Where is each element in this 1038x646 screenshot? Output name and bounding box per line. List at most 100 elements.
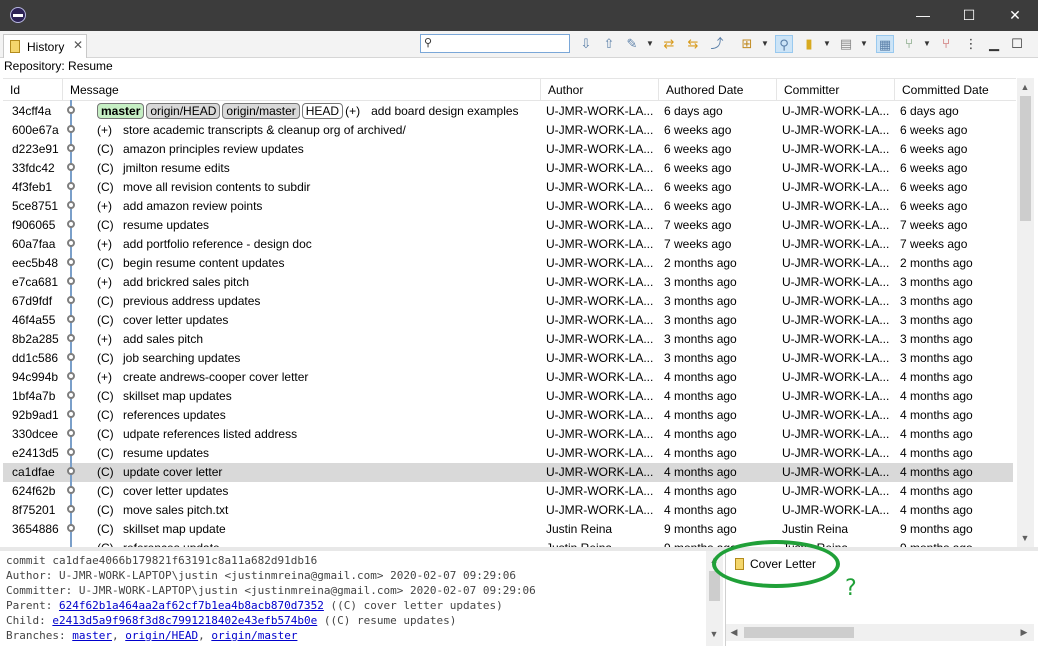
remove-icon[interactable]: ⑂ [937, 35, 955, 53]
scroll-right-icon[interactable]: ▶ [1016, 624, 1032, 640]
repository-filter-icon[interactable]: ▮ [800, 35, 818, 53]
chevron-down-icon[interactable]: ▼ [923, 35, 931, 53]
ref-badge[interactable]: master [97, 103, 145, 119]
change-type-tag: (+) [97, 199, 112, 213]
filter-search-icon[interactable]: ⚲ [775, 35, 793, 53]
table-row[interactable]: 600e67a (+) store academic transcripts & c… [3, 121, 1013, 140]
commit-author: U-JMR-WORK-LA... [546, 256, 654, 270]
view-menu-icon[interactable]: ⋮ [962, 35, 980, 53]
layout-icon[interactable]: ▦ [876, 35, 894, 53]
ref-badge[interactable]: origin/HEAD [146, 103, 221, 119]
commit-id: 8b2a285 [12, 332, 59, 346]
close-tab-icon[interactable]: ✕ [73, 38, 83, 52]
table-row[interactable]: 3654886 (C) skillset map update Justin Rein… [3, 520, 1013, 539]
column-header-authored-date[interactable]: Authored Date [659, 79, 777, 101]
table-row[interactable]: 624f62b (C) cover letter updates U-JMR-WORK… [3, 482, 1013, 501]
chevron-down-icon[interactable]: ▼ [646, 35, 654, 53]
commit-message-text: resume updates [123, 446, 210, 460]
commit-committer: U-JMR-WORK-LA... [782, 503, 890, 517]
table-row[interactable]: 92b9ad1 (C) references updates U-JMR-WORK-L… [3, 406, 1013, 425]
table-row[interactable]: 33fdc42 (C) jmilton resume edits U-JMR-WORK… [3, 159, 1013, 178]
table-row[interactable]: 1bf4a7b (C) skillset map updates U-JMR-WORK… [3, 387, 1013, 406]
table-row[interactable]: 46f4a55 (C) cover letter updates U-JMR-WORK… [3, 311, 1013, 330]
table-row[interactable]: 94c994b (+) create andrews-cooper cover le… [3, 368, 1013, 387]
parent-hash-link[interactable]: 624f62b1a464aa2af62cf7b1ea4b8acb870d7352 [59, 599, 324, 612]
column-header-message[interactable]: Message [63, 79, 541, 101]
table-row[interactable]: 34cff4a master origin/HEAD origin/master HEA… [3, 102, 1013, 121]
table-row[interactable]: f906065 (C) resume updates U-JMR-WORK-LA...… [3, 216, 1013, 235]
quick-search-icon[interactable]: ✎ [623, 35, 641, 53]
tab-history[interactable]: History ✕ [3, 34, 87, 58]
files-horizontal-scrollbar[interactable]: ◀ ▶ [726, 624, 1034, 641]
child-hash-link[interactable]: e2413d5a9f968f3d8c7991218402e43efb574b0e [52, 614, 317, 627]
maximize-button[interactable]: ☐ [946, 0, 992, 31]
commit-author: U-JMR-WORK-LA... [546, 218, 654, 232]
commit-graph-node [67, 201, 75, 209]
table-row[interactable]: 330dcee (C) udpate references listed addre… [3, 425, 1013, 444]
column-header-committed-date[interactable]: Committed Date [895, 79, 1016, 101]
ref-badge[interactable]: origin/master [222, 103, 300, 119]
committed-date: 6 weeks ago [900, 142, 968, 156]
column-header-committer[interactable]: Committer [777, 79, 895, 101]
commit-committer: U-JMR-WORK-LA... [782, 104, 890, 118]
scroll-down-icon[interactable]: ▼ [1017, 530, 1033, 546]
close-window-button[interactable]: ✕ [992, 0, 1038, 31]
column-header-id[interactable]: Id [3, 79, 63, 101]
scroll-left-icon[interactable]: ◀ [726, 624, 742, 640]
commit-message-text: jmilton resume edits [123, 161, 230, 175]
authored-date: 7 weeks ago [664, 237, 732, 251]
minimize-view-icon[interactable]: ▁ [985, 35, 1003, 53]
table-row[interactable]: 4f3feb1 (C) move all revision contents to … [3, 178, 1013, 197]
table-row[interactable]: ca1dfae (C) update cover letter U-JMR-WORK-… [3, 463, 1013, 482]
table-row[interactable]: 8b2a285 (+) add sales pitch U-JMR-WORK-LA..… [3, 330, 1013, 349]
commit-graph-node [67, 429, 75, 437]
ref-badge[interactable]: HEAD [301, 103, 344, 119]
commit-graph-node [67, 163, 75, 171]
history-search-input[interactable]: ⚲ [420, 34, 570, 53]
commit-author: U-JMR-WORK-LA... [546, 332, 654, 346]
show-all-branches-icon[interactable]: ⊞ [738, 35, 756, 53]
commit-message: (C) skillset map updates [97, 387, 537, 406]
table-row[interactable]: eec5b48 (C) begin resume content updates U-… [3, 254, 1013, 273]
chevron-down-icon[interactable]: ▼ [823, 35, 831, 53]
filter-settings-icon[interactable]: ▤ [837, 35, 855, 53]
scrollbar-thumb[interactable] [1020, 96, 1031, 221]
commit-id: 67d9fdf [12, 294, 53, 308]
commit-details-pane: commit ca1dfae4066b179821f63191c8a11a682… [3, 551, 703, 646]
table-row[interactable]: d223e91 (C) amazon principles review updat… [3, 140, 1013, 159]
scroll-down-icon[interactable]: ▼ [706, 626, 722, 642]
table-row[interactable]: 8f75201 (C) move sales pitch.txt U-JMR-WORK… [3, 501, 1013, 520]
table-row[interactable]: 5ce8751 (+) add amazon review points U-JMR-… [3, 197, 1013, 216]
commit-message: (+) add portfolio reference - design doc [97, 235, 537, 254]
link-selection-icon[interactable]: ⇆ [684, 35, 702, 53]
commit-graph-node [67, 239, 75, 247]
commit-id: e7ca681 [12, 275, 59, 289]
table-row[interactable]: e7ca681 (+) add brickred sales pitch U-JMR-… [3, 273, 1013, 292]
table-row[interactable]: 67d9fdf (C) previous address updates U-JMR-… [3, 292, 1013, 311]
table-vertical-scrollbar[interactable]: ▲ ▼ [1017, 78, 1034, 547]
compare-mode-icon[interactable]: ⇄ [660, 35, 678, 53]
scroll-up-icon[interactable]: ▲ [1017, 79, 1033, 95]
chevron-down-icon[interactable]: ▼ [860, 35, 868, 53]
minimize-button[interactable]: — [900, 0, 946, 31]
branch-link-origin-head[interactable]: origin/HEAD [125, 629, 198, 642]
previous-arrow-up-icon[interactable]: ⇧ [600, 35, 618, 53]
chevron-down-icon[interactable]: ▼ [761, 35, 769, 53]
commit-committer: U-JMR-WORK-LA... [782, 142, 890, 156]
scrollbar-thumb[interactable] [709, 571, 720, 601]
commit-id: 34cff4a [12, 104, 52, 118]
parent-label: Parent: [6, 599, 59, 612]
branches-graph-icon[interactable]: ⑂ [900, 35, 918, 53]
table-row[interactable]: e2413d5 (C) resume updates U-JMR-WORK-LA...… [3, 444, 1013, 463]
table-row[interactable]: (C)references update Justin Reina 9 months… [3, 539, 1013, 547]
next-arrow-down-icon[interactable]: ⇩ [577, 35, 595, 53]
pin-view-icon[interactable]: ⤴ [708, 35, 726, 53]
column-header-author[interactable]: Author [541, 79, 659, 101]
branch-link-master[interactable]: master [72, 629, 112, 642]
scrollbar-thumb[interactable] [744, 627, 854, 638]
maximize-view-icon[interactable]: ☐ [1008, 35, 1026, 53]
branch-link-origin-master[interactable]: origin/master [211, 629, 297, 642]
table-row[interactable]: dd1c586 (C) job searching updates U-JMR-WOR… [3, 349, 1013, 368]
table-row[interactable]: 60a7faa (+) add portfolio reference - desi… [3, 235, 1013, 254]
committer-line: Committer: U-JMR-WORK-LAPTOP\justin <jus… [6, 584, 536, 597]
